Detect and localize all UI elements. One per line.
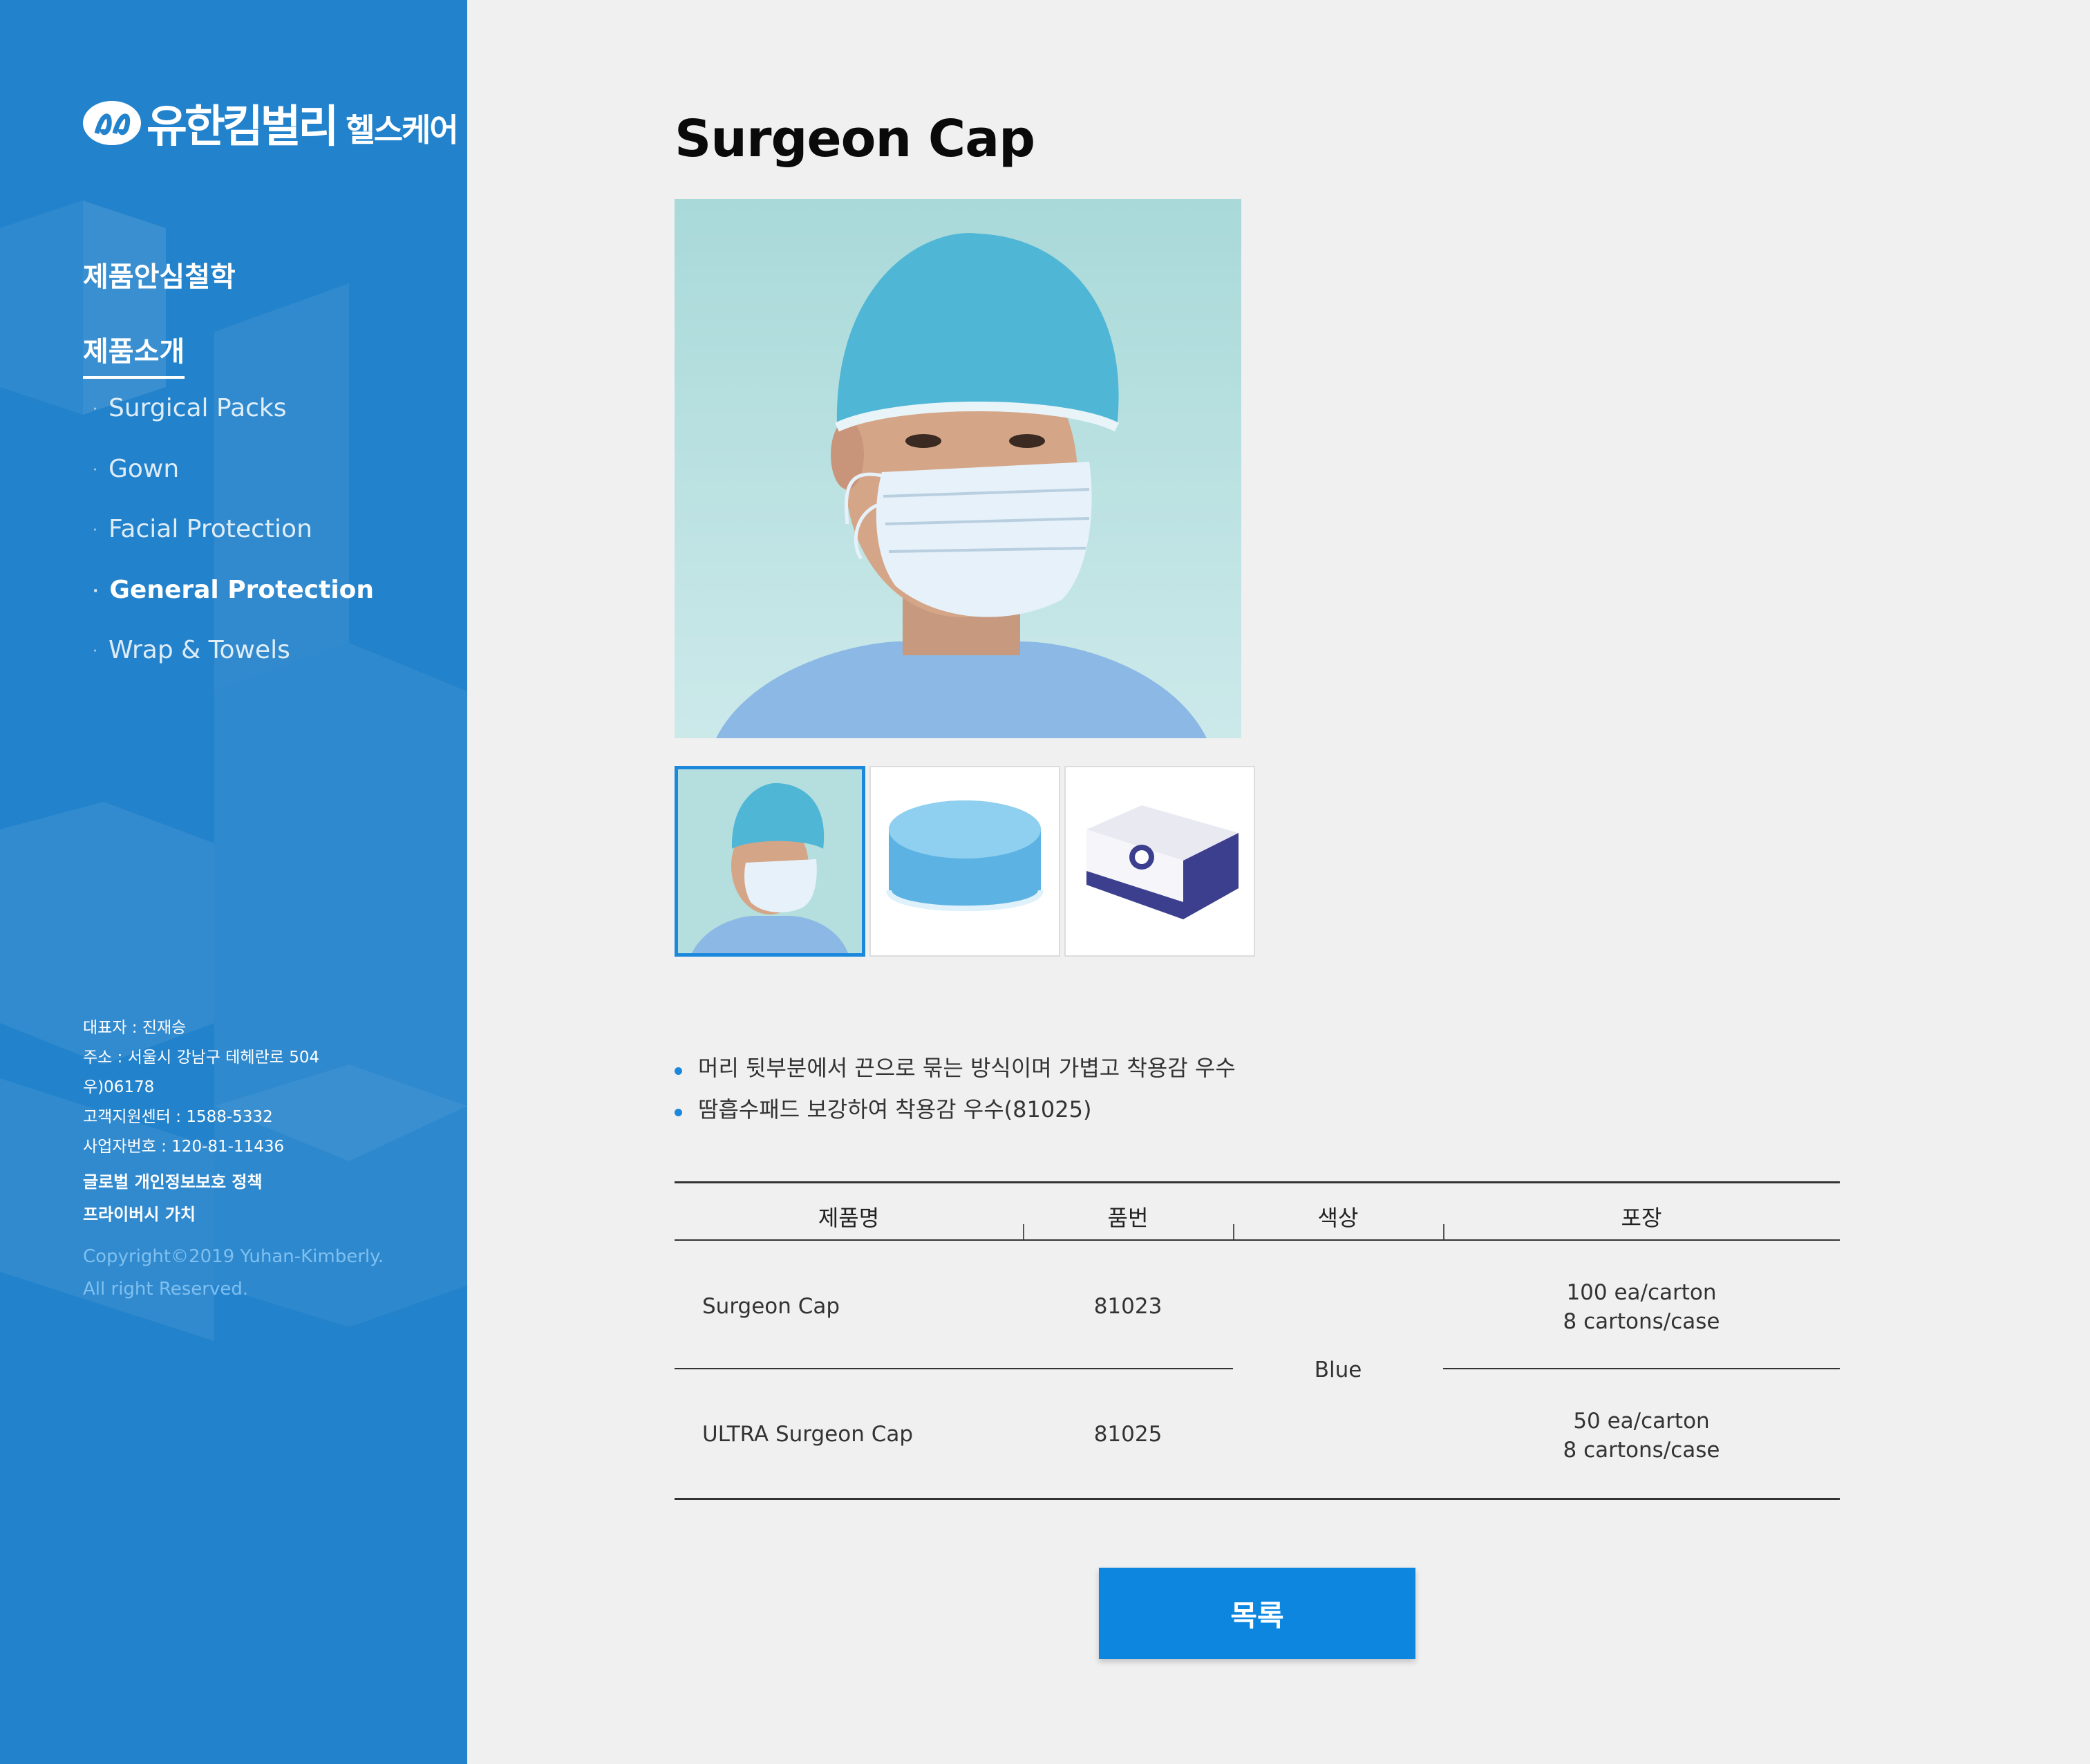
bullet-dot-icon: · [93,521,97,539]
product-main-image [675,199,1241,738]
header-code: 품번 [1107,1205,1149,1231]
privacy-policy-link[interactable]: 글로벌 개인정보보호 정책 [83,1166,384,1199]
bullet-dot-icon: · [93,400,97,418]
nav-item-label: Wrap & Towels [109,636,290,664]
nav-item-label: General Protection [109,576,375,604]
header-divider [1233,1224,1234,1239]
biz-number-text: 사업자번호 : 120-81-11436 [83,1138,285,1156]
row2-pack-line2: 8 cartons/case [1563,1438,1720,1463]
nav-item-wrap-towels[interactable]: · Wrap & Towels [93,636,290,664]
surgeon-wearing-cap-image [675,199,1241,738]
company-info: 대표자 : 진재승 주소 : 서울시 강남구 테헤란로 504 우)06178 … [83,1013,384,1306]
copyright-line: Copyright©2019 Yuhan-Kimberly. [83,1246,384,1267]
header-name: 제품명 [818,1205,880,1231]
feature-item: 머리 뒷부분에서 끈으로 묶는 방식이며 가볍고 착용감 우수 [675,1051,1236,1092]
thumbnail-gallery [675,766,1259,957]
bullet-dot-icon: · [93,461,97,479]
thumbnail-cap-image [871,767,1059,955]
copyright-text: Copyright©2019 Yuhan-Kimberly. All right… [83,1241,384,1306]
logo-sub-text: 헬스케어 [346,111,458,149]
nav-item-label: Surgical Packs [109,394,287,422]
row1-code: 81023 [1093,1294,1162,1319]
bullet-dot-icon: · [93,582,99,600]
sidebar: 유한킴벌리 헬스케어 제품안심철학 제품소개 · Surgical Packs ·… [0,0,467,1764]
row2-name: ULTRA Surgeon Cap [702,1422,914,1447]
table-top-border [675,1181,1840,1183]
row1-name: Surgeon Cap [702,1294,840,1319]
header-color: 색상 [1317,1205,1359,1231]
thumbnail-box-image [1066,767,1254,955]
color-cell: Blue [1314,1358,1362,1382]
nav-item-gown[interactable]: · Gown [93,455,179,483]
privacy-value-link[interactable]: 프라이버시 가치 [83,1199,384,1231]
brand-logo[interactable]: 유한킴벌리 헬스케어 [82,91,459,155]
feature-list: 머리 뒷부분에서 끈으로 묶는 방식이며 가볍고 착용감 우수 땀흡수패드 보강… [675,1051,1236,1134]
nav-philosophy[interactable]: 제품안심철학 [83,254,236,294]
nav-item-general-protection[interactable]: · General Protection [93,576,374,604]
row1-pack-line2: 8 cartons/case [1563,1309,1720,1334]
row-divider [675,1368,1233,1369]
header-divider [1443,1224,1444,1239]
row-divider [1443,1368,1840,1369]
page-title: Surgeon Cap [675,109,1035,169]
row2-code: 81025 [1093,1422,1162,1447]
nav-item-label: Gown [109,455,180,483]
support-text: 고객지원센터 : 1588-5332 [83,1108,273,1126]
list-button[interactable]: 목록 [1099,1568,1415,1659]
table-bottom-border [675,1498,1840,1500]
header-divider [1023,1224,1024,1239]
rights-line: All right Reserved. [83,1279,249,1299]
thumbnail-model-image [678,769,862,953]
header-bottom-border [675,1239,1840,1241]
nav-item-surgical-packs[interactable]: · Surgical Packs [93,394,287,422]
feature-item: 땀흡수패드 보강하여 착용감 우수(81025) [675,1092,1236,1134]
ceo-text: 대표자 : 진재승 [83,1019,187,1037]
row1-pack-line1: 100 ea/carton [1566,1280,1717,1305]
logo-symbol-icon [83,101,141,145]
logo-main-text: 유한킴벌리 [147,102,339,153]
row1-pack: 100 ea/carton 8 cartons/case [1443,1278,1840,1336]
thumbnail-box[interactable] [1064,766,1255,957]
address-text: 주소 : 서울시 강남구 테헤란로 504 [83,1049,320,1067]
header-pack: 포장 [1621,1205,1662,1231]
zip-text: 우)06178 [83,1078,155,1096]
row2-pack: 50 ea/carton 8 cartons/case [1443,1407,1840,1465]
nav-item-label: Facial Protection [109,515,312,543]
spec-table: 제품명 품번 색상 포장 Surgeon Cap 81023 100 ea/ca… [675,1181,1840,1500]
bullet-dot-icon: · [93,642,97,660]
row2-pack-line1: 50 ea/carton [1573,1409,1710,1434]
nav-item-facial-protection[interactable]: · Facial Protection [93,515,312,543]
nav-products[interactable]: 제품소개 [83,329,185,379]
thumbnail-cap[interactable] [869,766,1060,957]
thumbnail-model[interactable] [675,766,865,957]
